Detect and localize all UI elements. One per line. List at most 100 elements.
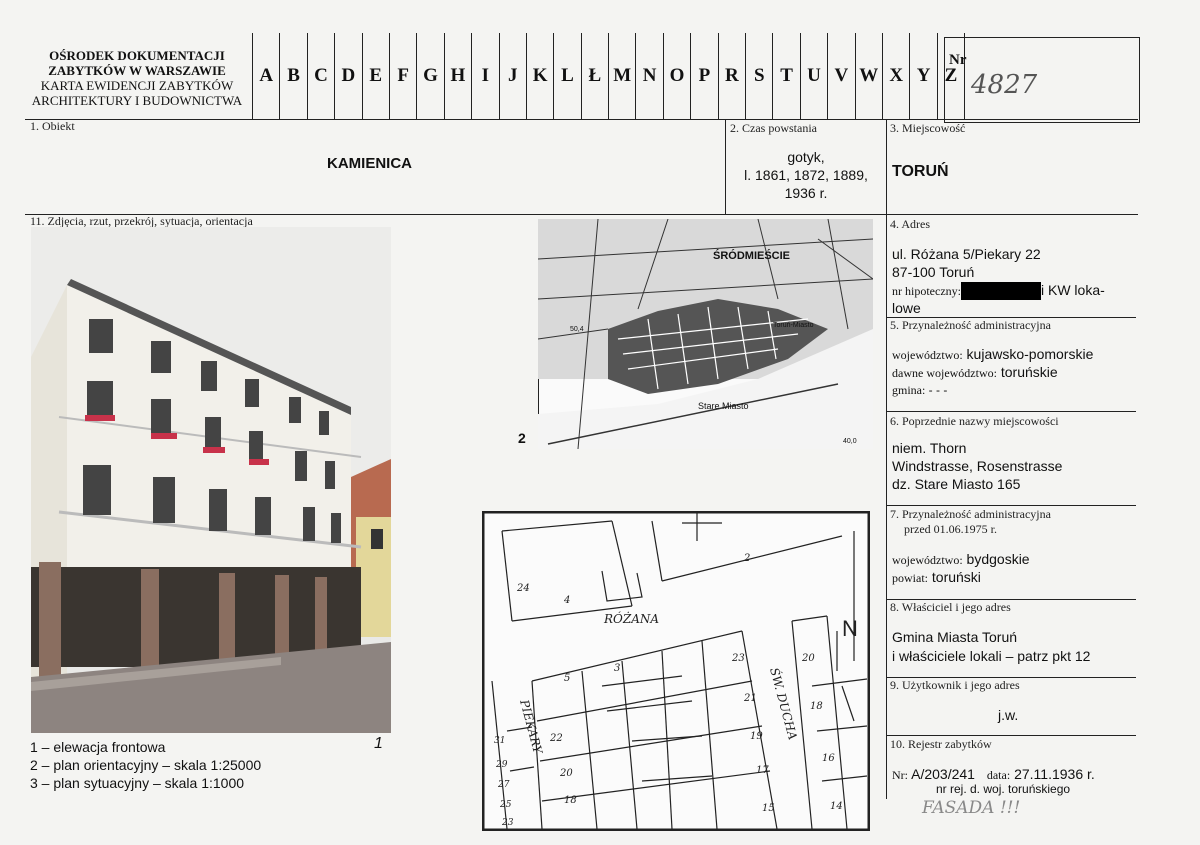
plot-24: 24 — [516, 583, 530, 594]
nr-value: 4827 — [971, 70, 1038, 100]
plot-31: 31 — [494, 736, 505, 746]
index-letter: K — [525, 33, 553, 119]
index-letter: J — [498, 33, 526, 119]
index-letter: B — [279, 33, 306, 119]
plot-23: 23 — [731, 653, 745, 664]
rejestr-nr-label: Nr: — [892, 768, 908, 782]
org-line2: ZABYTKÓW W WARSZAWIE — [48, 63, 226, 78]
index-letter: T — [772, 33, 799, 119]
map-elevation-1: 50,4 — [570, 326, 584, 333]
uzytkownik-label: 9. Użytkownik i jego adres — [890, 678, 1020, 692]
powiat-value: toruński — [931, 569, 981, 585]
rejestr-row: Nr: A/203/241 data: 27.11.1936 r. — [892, 766, 1095, 783]
index-letter: Y — [909, 33, 936, 119]
orientation-map: ŚRÓDMIEŚCIE Stare Miasto Toruń-Miasto 50… — [538, 219, 873, 449]
wlasciciel-line1: Gmina Miasta Toruń — [892, 629, 1018, 645]
gmina-row: gmina: - - - — [892, 383, 947, 398]
rejestr-data-value: 27.11.1936 r. — [1014, 766, 1095, 782]
uzytkownik-value: j.w. — [998, 707, 1019, 723]
plot-19: 19 — [750, 731, 763, 742]
miejscowosc-label: 3. Miejscowość — [890, 121, 966, 135]
przynaleznosc-1975-date: przed 01.06.1975 r. — [904, 522, 997, 536]
woj-1975-label: województwo: — [892, 553, 963, 567]
plot-25: 25 — [499, 800, 512, 810]
plot-r20: 20 — [801, 653, 815, 664]
index-letter: N — [635, 33, 662, 119]
plot-5: 5 — [564, 673, 570, 684]
map-suburb: Toruń-Miasto — [773, 322, 814, 329]
adres-hipoteczny: nr hipoteczny: i KW loka- — [892, 282, 1105, 301]
dawne-label: dawne województwo: — [892, 366, 997, 380]
gmina-label: gmina: — [892, 383, 926, 397]
plot-17: 17 — [756, 765, 769, 776]
facade-photo — [31, 227, 391, 733]
plot-3: 3 — [614, 663, 620, 674]
dawne-value: toruńskie — [1000, 364, 1058, 380]
poprzednie-line2: Windstrasse, Rosenstrasse — [892, 458, 1063, 474]
adres-line2: 87-100 Toruń — [892, 264, 975, 280]
adres-hip-cont: lowe — [892, 300, 921, 316]
plot-21: 21 — [743, 693, 757, 704]
poprzednie-line3: dz. Stare Miasto 165 — [892, 476, 1021, 492]
plot-r14: 14 — [830, 801, 843, 812]
czas-label: 2. Czas powstania — [730, 121, 817, 135]
plot-23b: 23 — [501, 818, 514, 828]
index-letter: E — [361, 33, 389, 119]
przynaleznosc-label: 5. Przynależność administracyjna — [890, 318, 1051, 332]
index-letter: W — [854, 33, 882, 119]
index-letter: U — [799, 33, 827, 119]
org-line1: OŚRODEK DOKUMENTACJI — [49, 48, 225, 63]
caption-3: 3 – plan sytuacyjny – skala 1:1000 — [30, 775, 245, 791]
hip-label: nr hipoteczny: — [892, 284, 961, 298]
woj-1975-row: województwo: bydgoskie — [892, 551, 1030, 568]
nr-label: Nr — [949, 52, 967, 68]
index-letter: P — [690, 33, 717, 119]
index-letter: R — [717, 33, 745, 119]
index-letter: A — [252, 33, 279, 119]
plot-r18: 18 — [810, 701, 823, 712]
plot-22: 22 — [549, 733, 563, 744]
captions: 1 – elewacja frontowa 2 – plan orientacy… — [30, 738, 261, 792]
wlasciciel-label: 8. Właściciel i jego adres — [890, 600, 1011, 614]
photo-number: 1 — [374, 735, 383, 752]
index-letter: S — [745, 33, 772, 119]
handwritten-note: FASADA !!! — [922, 798, 1021, 818]
woj-1975-value: bydgoskie — [966, 551, 1030, 567]
index-letter: G — [416, 33, 443, 119]
adres-line1: ul. Różana 5/Piekary 22 — [892, 246, 1041, 262]
gmina-value: - - - — [928, 383, 948, 397]
przynaleznosc-1975-label: 7. Przynależność administracyjna — [890, 507, 1051, 521]
woj-value: kujawsko-pomorskie — [966, 346, 1094, 362]
adres-label: 4. Adres — [890, 217, 930, 231]
index-letter: V — [827, 33, 854, 119]
obiekt-value: KAMIENICA — [327, 155, 412, 172]
czas-value: gotyk, l. 1861, 1872, 1889, 1936 r. — [728, 148, 884, 202]
poprzednie-line1: niem. Thorn — [892, 440, 967, 456]
index-letter: D — [334, 33, 361, 119]
rejestr-note: nr rej. d. woj. toruńskiego — [936, 782, 1071, 796]
redaction-box — [960, 282, 1041, 301]
street-rozana: RÓŻANA — [603, 610, 659, 626]
poprzednie-label: 6. Poprzednie nazwy miejscowości — [890, 414, 1059, 428]
plot-18: 18 — [564, 795, 577, 806]
index-letter: X — [881, 33, 909, 119]
nr-box: Nr 4827 — [944, 37, 1140, 123]
rejestr-data-label: data: — [986, 768, 1011, 782]
plot-29: 29 — [495, 760, 508, 770]
index-letter: M — [608, 33, 635, 119]
czas-line1: gotyk, — [787, 149, 825, 165]
plot-27: 27 — [497, 780, 510, 790]
caption-1: 1 – elewacja frontowa — [30, 739, 166, 755]
index-letter: O — [662, 33, 690, 119]
woj-label: województwo: — [892, 348, 963, 362]
map-old-town: Stare Miasto — [698, 401, 749, 411]
index-letter: I — [471, 33, 498, 119]
north-arrow: N — [842, 616, 858, 641]
index-letter: C — [306, 33, 334, 119]
obiekt-label: 1. Obiekt — [30, 119, 75, 133]
powiat-row: powiat: toruński — [892, 569, 981, 586]
card-line2: ARCHITEKTURY I BUDOWNICTWA — [31, 93, 243, 108]
rejestr-label: 10. Rejestr zabytków — [890, 737, 992, 751]
czas-line2: l. 1861, 1872, 1889, — [744, 167, 868, 183]
plot-15: 15 — [762, 803, 775, 814]
